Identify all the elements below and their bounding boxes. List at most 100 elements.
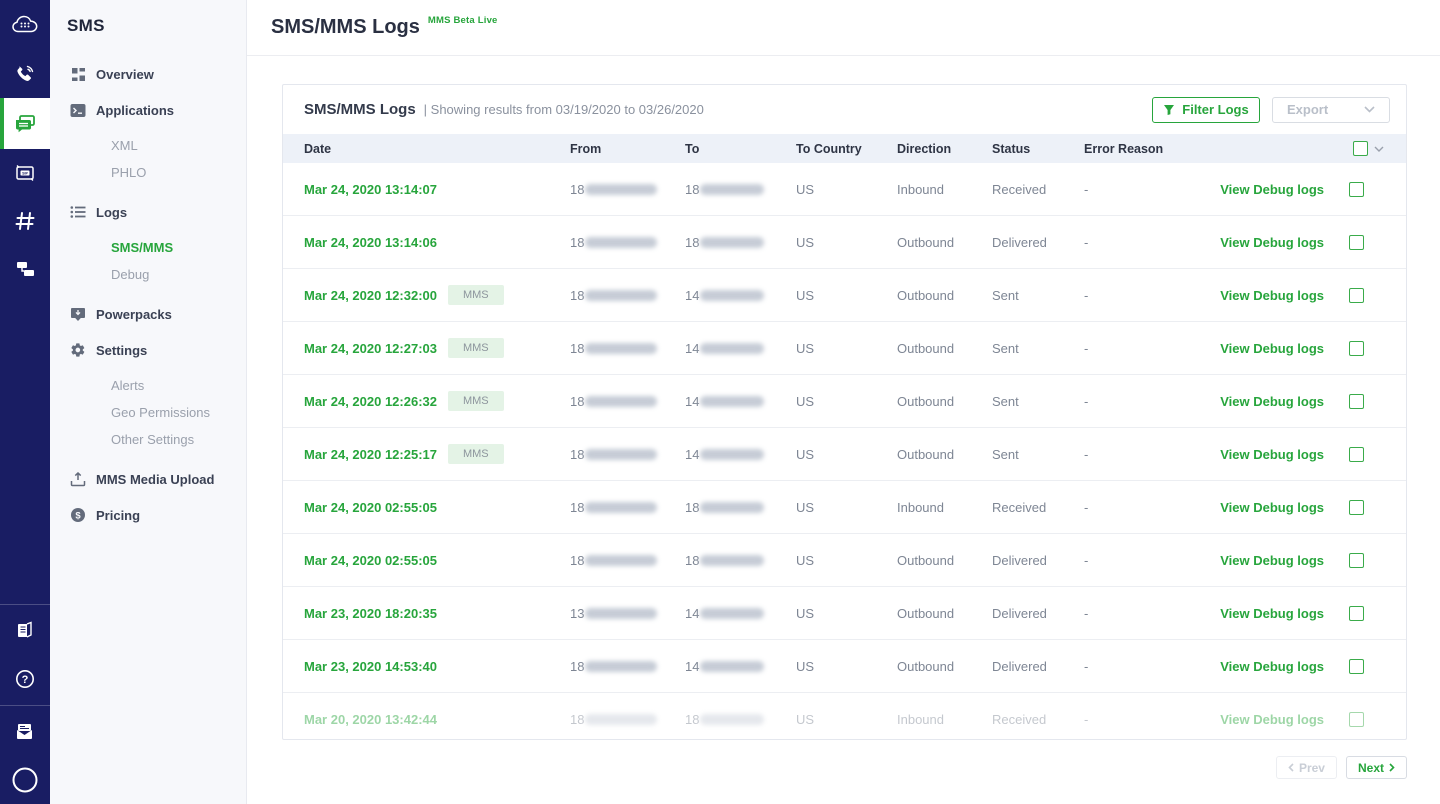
sidebar-item-logs[interactable]: Logs xyxy=(65,204,246,220)
row-checkbox[interactable] xyxy=(1349,446,1364,462)
rail-item-plivo-logo-icon[interactable] xyxy=(0,0,50,50)
direction-cell: Outbound xyxy=(897,658,955,674)
view-debug-logs-link[interactable]: View Debug logs xyxy=(1194,182,1324,197)
sidebar-subitem-xml[interactable]: XML xyxy=(65,132,246,159)
direction-cell: Outbound xyxy=(897,605,955,621)
zentrunk-sip-icon: SIP xyxy=(13,162,37,184)
rail-item-zentrunk-sip-icon[interactable]: SIP xyxy=(0,149,50,197)
error-reason-cell: - xyxy=(1084,287,1089,303)
rail-item-phone-numbers-hash-icon[interactable] xyxy=(0,197,50,245)
to-number-cell: 14 xyxy=(685,288,796,303)
rail-item-messaging-chat-icon[interactable] xyxy=(0,98,50,149)
view-debug-logs-link[interactable]: View Debug logs xyxy=(1194,712,1324,727)
sidebar-item-mms-media-upload[interactable]: MMS Media Upload xyxy=(65,471,246,487)
redacted-from-number xyxy=(585,183,658,195)
sidebar-subitem-geo-permissions[interactable]: Geo Permissions xyxy=(65,399,246,426)
log-date-cell: Mar 23, 2020 14:53:40 xyxy=(304,659,570,674)
view-debug-logs-link[interactable]: View Debug logs xyxy=(1194,606,1324,621)
header-checkbox-cell xyxy=(1324,141,1384,156)
filter-funnel-icon xyxy=(1164,104,1175,115)
phlo-nodes-icon xyxy=(13,259,37,279)
redacted-from-number xyxy=(585,501,658,513)
account-avatar-icon xyxy=(11,766,39,794)
table-row: Mar 24, 2020 02:55:05 18 18 US Outbound … xyxy=(283,534,1406,587)
to-number-cell: 18 xyxy=(685,553,796,568)
row-checkbox-cell xyxy=(1324,605,1384,621)
filter-logs-button[interactable]: Filter Logs xyxy=(1152,96,1260,123)
grid-icon xyxy=(70,66,86,82)
redacted-to-number xyxy=(700,607,765,619)
row-checkbox[interactable] xyxy=(1349,552,1364,568)
mms-badge: MMS xyxy=(447,391,504,411)
error-reason-cell: - xyxy=(1084,605,1089,621)
row-checkbox[interactable] xyxy=(1349,181,1364,197)
view-debug-logs-link[interactable]: View Debug logs xyxy=(1194,659,1324,674)
row-checkbox-cell xyxy=(1324,340,1384,356)
column-header-error-reason: Error Reason xyxy=(1084,141,1164,156)
sidebar-item-settings[interactable]: Settings xyxy=(65,342,246,358)
sidebar-item-overview[interactable]: Overview xyxy=(65,66,246,82)
table-row: Mar 24, 2020 12:25:17 MMS 18 14 US Outbo… xyxy=(283,428,1406,481)
terminal-icon xyxy=(70,102,86,118)
rail-item-phlo-nodes-icon[interactable] xyxy=(0,245,50,293)
log-date: Mar 24, 2020 12:25:17 xyxy=(304,446,437,462)
column-header-to-country: To Country xyxy=(796,141,862,156)
header-chevron-down-icon[interactable] xyxy=(1374,146,1384,152)
logs-card-title: SMS/MMS Logs xyxy=(304,101,416,118)
row-checkbox[interactable] xyxy=(1349,711,1364,727)
row-checkbox[interactable] xyxy=(1349,393,1364,409)
mms-badge: MMS xyxy=(447,285,504,305)
direction-cell: Outbound xyxy=(897,340,955,356)
list-icon xyxy=(70,204,86,220)
row-checkbox-cell xyxy=(1324,287,1384,303)
redacted-to-number xyxy=(700,183,765,195)
row-checkbox-cell xyxy=(1324,499,1384,515)
view-debug-logs-link[interactable]: View Debug logs xyxy=(1194,341,1324,356)
logs-date-range: | Showing results from 03/19/2020 to 03/… xyxy=(423,102,704,117)
row-checkbox-cell xyxy=(1324,393,1384,409)
export-button[interactable]: Export xyxy=(1272,96,1390,123)
rail-item-feedback-envelope-icon[interactable] xyxy=(0,708,50,756)
column-header-to: To xyxy=(685,141,700,156)
log-date-cell: Mar 23, 2020 18:20:35 xyxy=(304,606,570,621)
row-checkbox[interactable] xyxy=(1349,658,1364,674)
row-checkbox[interactable] xyxy=(1349,605,1364,621)
log-date: Mar 24, 2020 12:26:32 xyxy=(304,393,437,409)
sidebar-subitem-debug[interactable]: Debug xyxy=(65,261,246,288)
log-date: Mar 24, 2020 13:14:07 xyxy=(304,181,437,197)
svg-text:SIP: SIP xyxy=(22,172,28,176)
sidebar-item-applications[interactable]: Applications xyxy=(65,102,246,118)
view-debug-logs-link[interactable]: View Debug logs xyxy=(1194,288,1324,303)
sidebar-item-pricing[interactable]: $ Pricing xyxy=(65,507,246,523)
prev-page-button[interactable]: Prev xyxy=(1275,756,1337,779)
next-page-button[interactable]: Next xyxy=(1345,756,1407,779)
to-number-cell: 18 xyxy=(685,235,796,250)
rail-item-voice-phone-icon[interactable] xyxy=(0,50,50,98)
rail-item-account-avatar-icon[interactable] xyxy=(0,756,50,804)
mms-beta-live-label: MMS Beta Live xyxy=(427,15,498,26)
row-checkbox[interactable] xyxy=(1349,340,1364,356)
row-checkbox[interactable] xyxy=(1349,287,1364,303)
sidebar-item-powerpacks[interactable]: Powerpacks xyxy=(65,306,246,322)
row-checkbox[interactable] xyxy=(1349,499,1364,515)
row-checkbox[interactable] xyxy=(1349,234,1364,250)
view-debug-logs-link[interactable]: View Debug logs xyxy=(1194,500,1324,515)
sidebar-subitem-sms-mms[interactable]: SMS/MMS xyxy=(65,234,246,261)
docs-book-icon xyxy=(14,620,36,642)
select-all-checkbox[interactable] xyxy=(1353,141,1368,156)
direction-cell: Outbound xyxy=(897,446,955,462)
sidebar-subitem-other-settings[interactable]: Other Settings xyxy=(65,426,246,453)
view-debug-logs-link[interactable]: View Debug logs xyxy=(1194,394,1324,409)
sidebar-subitem-alerts[interactable]: Alerts xyxy=(65,372,246,399)
view-debug-logs-link[interactable]: View Debug logs xyxy=(1194,553,1324,568)
view-debug-logs-link[interactable]: View Debug logs xyxy=(1194,235,1324,250)
log-date: Mar 24, 2020 12:32:00 xyxy=(304,287,437,303)
sidebar-subitem-phlo[interactable]: PHLO xyxy=(65,159,246,186)
redacted-from-number xyxy=(585,713,658,725)
rail-item-docs-book-icon[interactable] xyxy=(0,607,50,655)
log-date: Mar 23, 2020 14:53:40 xyxy=(304,658,437,674)
view-debug-logs-link[interactable]: View Debug logs xyxy=(1194,447,1324,462)
icon-rail: SIP? xyxy=(0,0,50,804)
redacted-to-number xyxy=(700,660,765,672)
rail-item-help-question-icon[interactable]: ? xyxy=(0,655,50,703)
